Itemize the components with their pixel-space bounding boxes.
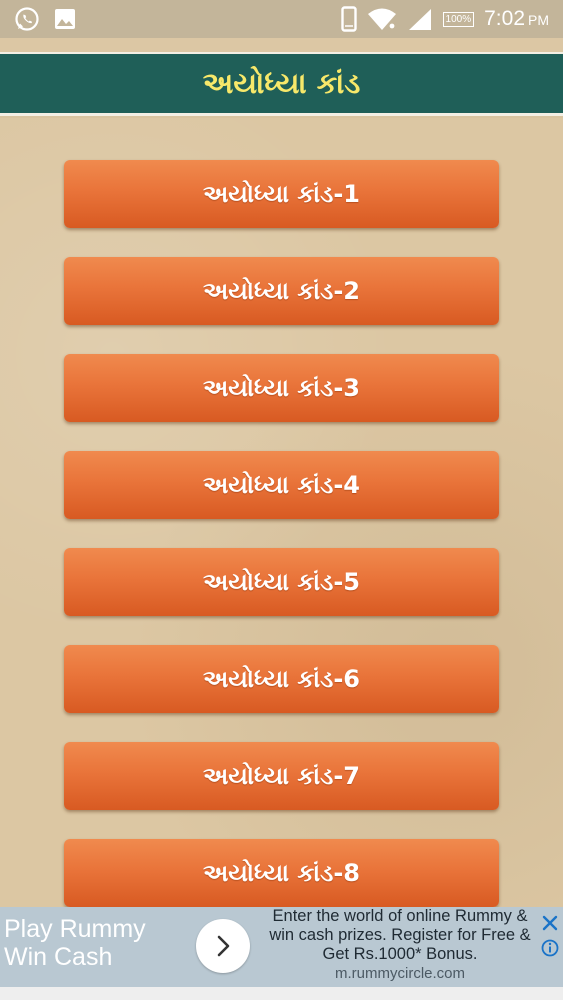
clock-time: 7:02 <box>484 7 525 30</box>
ad-headline-line1: Play Rummy <box>4 915 146 943</box>
ad-body-line1: Enter the world of online Rummy & <box>272 907 528 925</box>
ad-body-line3: Get Rs.1000* Bonus. <box>322 945 478 963</box>
menu-button-7[interactable]: અયોધ્યા કાંડ-7 <box>64 742 499 810</box>
clock: 7:02 PM <box>484 7 549 31</box>
status-bar: 100% 7:02 PM <box>0 0 563 38</box>
wifi-icon <box>367 7 397 31</box>
info-icon[interactable] <box>541 939 559 957</box>
ad-headline[interactable]: Play Rummy Win Cash <box>4 915 146 971</box>
page-title: અયોધ્યા કાંડ <box>202 66 361 100</box>
phone-icon <box>340 6 357 32</box>
clock-ampm: PM <box>528 12 549 28</box>
bottom-strip <box>0 987 563 1000</box>
parchment-strip <box>0 38 563 52</box>
menu-button-8[interactable]: અયોધ્યા કાંડ-8 <box>64 839 499 907</box>
ad-banner[interactable]: Play Rummy Win Cash Enter the world of o… <box>0 907 563 987</box>
menu-button-1[interactable]: અયોધ્યા કાંડ-1 <box>64 160 499 228</box>
menu-button-3[interactable]: અયોધ્યા કાંડ-3 <box>64 354 499 422</box>
menu-button-6[interactable]: અયોધ્યા કાંડ-6 <box>64 645 499 713</box>
image-icon <box>54 8 76 30</box>
battery-icon: 100% <box>442 11 475 27</box>
ad-open-button[interactable] <box>196 919 250 973</box>
menu-button-4[interactable]: અયોધ્યા કાંડ-4 <box>64 451 499 519</box>
menu-list: અયોધ્યા કાંડ-1 અયોધ્યા કાંડ-2 અયોધ્યા કા… <box>0 118 563 907</box>
menu-button-2[interactable]: અયોધ્યા કાંડ-2 <box>64 257 499 325</box>
ad-body-line2: win cash prizes. Register for Free & <box>269 926 531 944</box>
menu-button-5[interactable]: અયોધ્યા કાંડ-5 <box>64 548 499 616</box>
signal-icon <box>407 7 433 31</box>
ad-url: m.rummycircle.com <box>335 965 465 982</box>
ad-headline-line2: Win Cash <box>4 943 113 971</box>
chevron-right-icon <box>213 934 233 958</box>
whatsapp-icon <box>14 6 40 32</box>
ad-body[interactable]: Enter the world of online Rummy & win ca… <box>262 907 538 983</box>
close-icon[interactable] <box>540 913 560 933</box>
app-header: અયોધ્યા કાંડ <box>0 52 563 116</box>
